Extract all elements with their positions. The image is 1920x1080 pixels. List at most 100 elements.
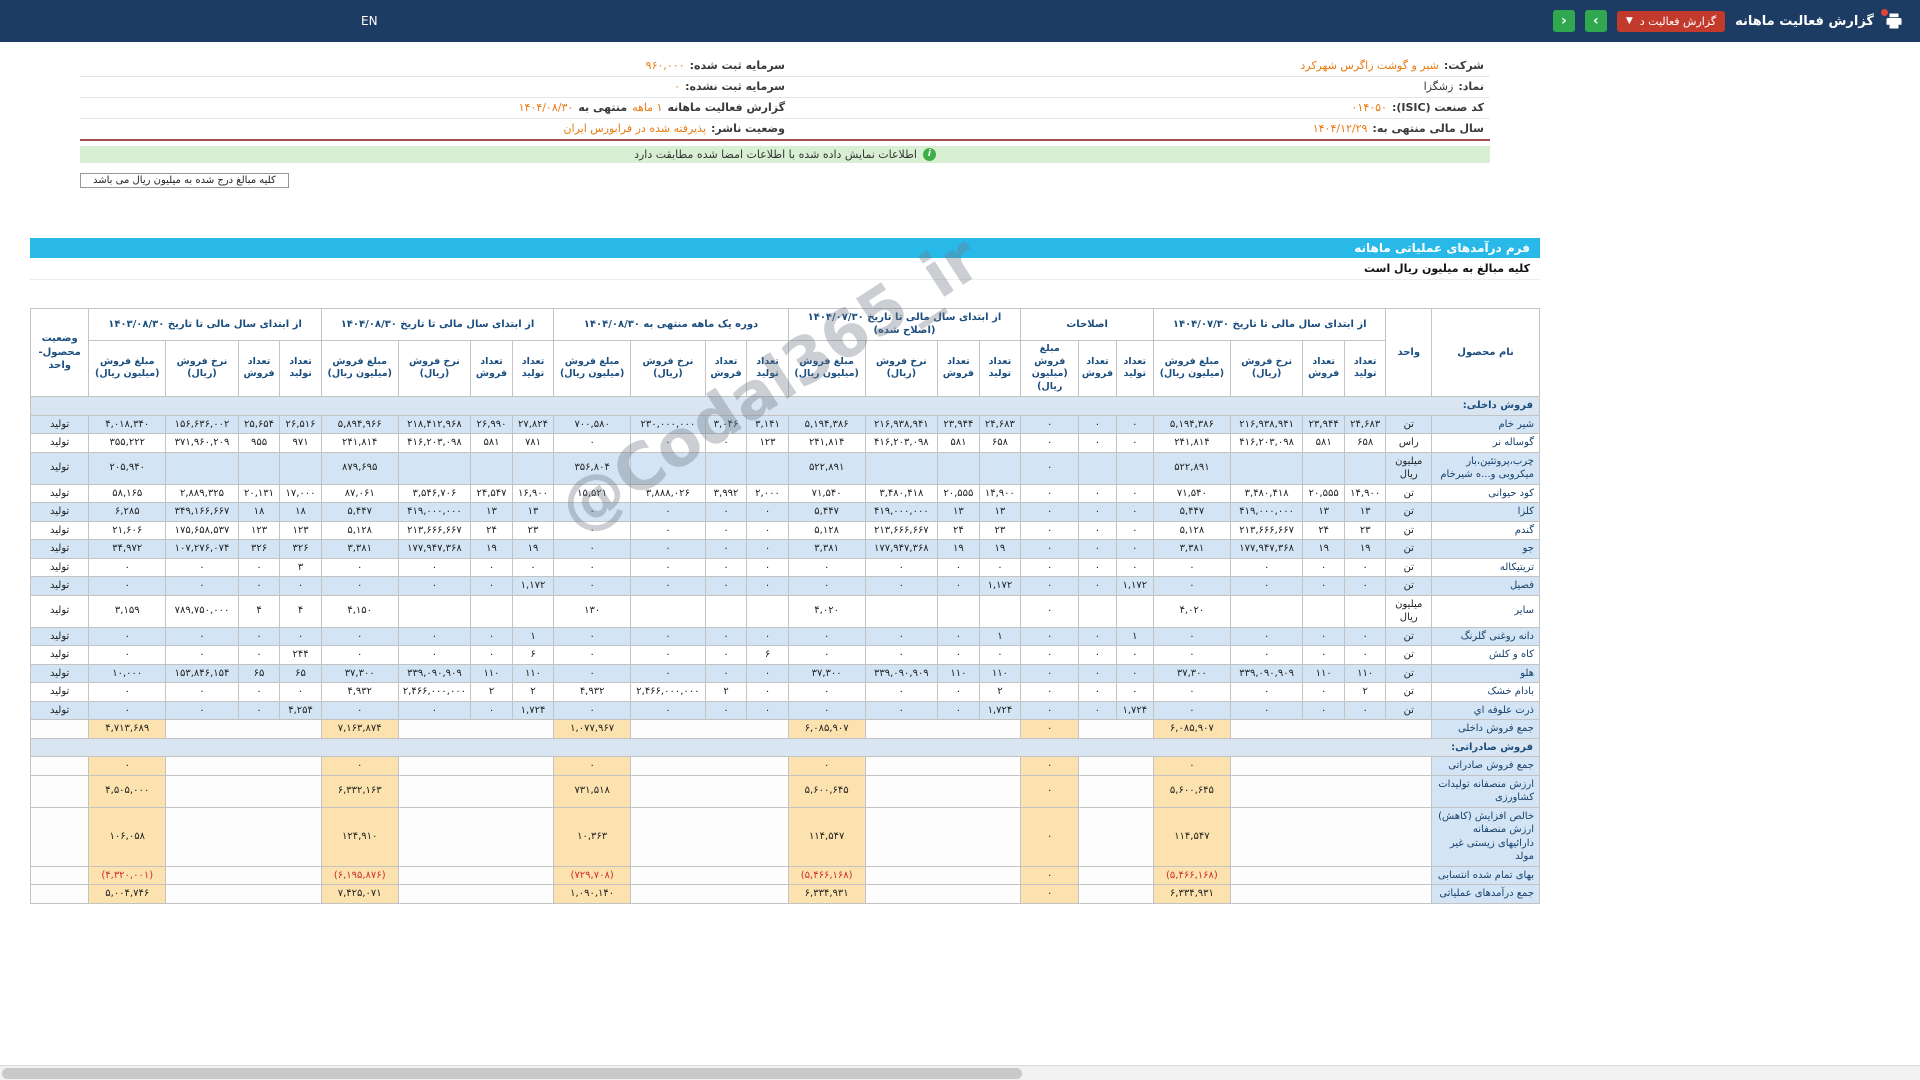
value-cell: ۲۳ [511, 520, 555, 540]
total-amount-cell: ۴,۷۱۳,۶۸۹ [88, 719, 167, 739]
value-cell: ۲۳۰,۰۰۰,۰۰۰ [630, 414, 706, 434]
value-cell: ۲۰۵,۹۴۰ [88, 451, 167, 485]
section-header-row: فروش صادراتی: [30, 737, 1540, 757]
value-cell: ۳۷۱,۹۶۰,۲۰۹ [165, 433, 239, 453]
column-subheader: تعداد تولید [746, 339, 789, 398]
info-icon: i [922, 147, 936, 161]
value-cell [704, 451, 748, 485]
value-cell: ۳۷,۳۰۰ [1152, 663, 1231, 683]
status-cell: تولید [29, 502, 90, 522]
value-cell: ۰ [1115, 645, 1154, 665]
value-cell [1343, 594, 1387, 628]
value-cell: ۱۷۷,۹۴۷,۳۶۸ [397, 539, 472, 559]
value-cell: ۰ [978, 645, 1022, 665]
value-cell: ۴,۰۲۰ [1152, 594, 1231, 628]
status-cell: تولید [29, 645, 90, 665]
empty-cell [1078, 719, 1154, 739]
value-cell [746, 594, 789, 628]
value-cell: ۱۶,۹۰۰ [511, 483, 555, 503]
empty-cell [864, 865, 1022, 885]
value-cell: ۴,۰۱۸,۳۴۰ [88, 414, 167, 434]
value-cell: ۲۴ [937, 520, 980, 540]
horizontal-scrollbar-thumb[interactable] [2, 1068, 1022, 1079]
horizontal-scrollbar[interactable] [0, 1065, 1920, 1080]
column-subheader: تعداد فروش [937, 339, 980, 398]
value-cell: ۲۱۶,۹۳۸,۹۴۱ [1229, 414, 1304, 434]
value-cell: ۰ [787, 626, 866, 646]
value-cell: ۲۶,۹۹۰ [470, 414, 513, 434]
value-cell: ۰ [88, 700, 167, 720]
value-cell: ۵,۴۴۷ [320, 502, 399, 522]
value-cell: ۰ [237, 626, 281, 646]
nav-prev-button[interactable]: ‹ [1552, 10, 1575, 32]
total-row: ارزش منصفانه تولیدات کشاورزی ۵,۶۰۰,۶۴۵ ۰ ۵,… [29, 774, 1540, 808]
value-cell: ۵۸۱ [1302, 433, 1345, 453]
value-cell [397, 594, 472, 628]
total-amount-cell: (۵,۴۶۶,۱۶۸) [787, 865, 866, 885]
value-cell: ۳۳۹,۰۹۰,۹۰۹ [864, 663, 939, 683]
value-cell: ۰ [1115, 414, 1154, 434]
value-cell: ۰ [787, 700, 866, 720]
total-amount-cell: ۶,۳۳۲,۱۶۳ [320, 774, 399, 808]
value-cell: ۵,۱۹۴,۳۸۶ [1152, 414, 1231, 434]
value-cell: ۰ [1229, 682, 1304, 702]
value-cell: ۲۰,۱۳۱ [237, 483, 281, 503]
total-amount-cell: ۰ [1020, 719, 1080, 739]
isic-field: کد صنعت (ISIC): ۰۱۴۰۵۰ [785, 100, 1485, 116]
nav-next-button[interactable]: › [1584, 10, 1607, 32]
value-cell [511, 594, 555, 628]
value-cell: ۰ [320, 645, 399, 665]
report-type-dropdown[interactable]: گزارش فعالیت د ▼ [1616, 10, 1726, 32]
value-cell: ۴,۹۳۲ [320, 682, 399, 702]
value-cell: ۷۱,۵۴۰ [787, 483, 866, 503]
value-cell: ۱۹ [1343, 539, 1387, 559]
value-cell: ۲۱,۶۰۶ [88, 520, 167, 540]
registered-capital-field: سرمایه ثبت شده: ۹۶۰,۰۰۰ [86, 58, 785, 74]
empty-cell [1078, 884, 1154, 904]
value-cell: ۰ [704, 539, 748, 559]
column-header-unit: واحد [1385, 307, 1433, 398]
value-cell: ۰ [470, 700, 513, 720]
column-subheader: تعداد فروش [1302, 339, 1345, 398]
value-cell: ۰ [864, 645, 939, 665]
column-subheader: نرخ فروش (ریال) [165, 339, 239, 398]
value-cell: ۰ [1020, 557, 1080, 577]
value-cell: ۰ [1078, 576, 1117, 596]
value-cell: ۰ [1020, 414, 1080, 434]
report-period-field: گزارش فعالیت ماهانه ۱ ماهه منتهی به ۱۴۰۴… [86, 100, 785, 116]
value-cell: ۳۳۹,۰۹۰,۹۰۹ [1229, 663, 1304, 683]
printer-icon[interactable] [1881, 9, 1904, 31]
total-amount-cell: ۱,۰۷۷,۹۶۷ [553, 719, 632, 739]
empty-cell [397, 865, 555, 885]
value-cell: ۱,۱۷۲ [978, 576, 1022, 596]
column-subheader: مبلغ فروش (میلیون ریال) [1020, 339, 1080, 398]
page-title: گزارش فعالیت ماهانه [1735, 13, 1874, 29]
value-cell [1343, 451, 1387, 485]
value-cell: ۰ [746, 557, 789, 577]
signature-match-banner: i اطلاعات نمایش داده شده با اطلاعات امضا… [80, 145, 1490, 163]
empty-cell [29, 756, 90, 776]
language-toggle-en[interactable]: EN [361, 14, 378, 28]
value-cell: ۱۳ [470, 502, 513, 522]
value-cell: ۲۴ [470, 520, 513, 540]
value-cell: ۰ [470, 626, 513, 646]
value-cell: ۰ [1078, 645, 1117, 665]
product-name-cell: دانه روغنی گلرنگ [1431, 626, 1540, 646]
value-cell: ۵۲۲,۸۹۱ [787, 451, 866, 485]
value-cell: ۰ [1229, 557, 1304, 577]
product-name-cell: جو [1431, 539, 1540, 559]
value-cell: ۴۱۹,۰۰۰,۰۰۰ [864, 502, 939, 522]
total-amount-cell: ۶,۰۸۵,۹۰۷ [1152, 719, 1231, 739]
value-cell: ۴,۹۳۲ [553, 682, 632, 702]
empty-cell [864, 719, 1022, 739]
value-cell: ۴۱۶,۲۰۳,۰۹۸ [397, 433, 472, 453]
value-cell: ۰ [746, 502, 789, 522]
value-cell: ۰ [237, 576, 281, 596]
value-cell: ۰ [630, 539, 706, 559]
section-label: فروش داخلی: [30, 396, 1540, 416]
status-cell: تولید [29, 414, 90, 434]
value-cell: ۰ [1152, 557, 1231, 577]
unit-cell: تن [1385, 502, 1433, 522]
total-amount-cell: ۵,۶۰۰,۶۴۵ [1152, 774, 1231, 808]
product-name-cell: چرب،پروتئین،بار میکروبی و...ه شیرخام [1431, 451, 1540, 485]
